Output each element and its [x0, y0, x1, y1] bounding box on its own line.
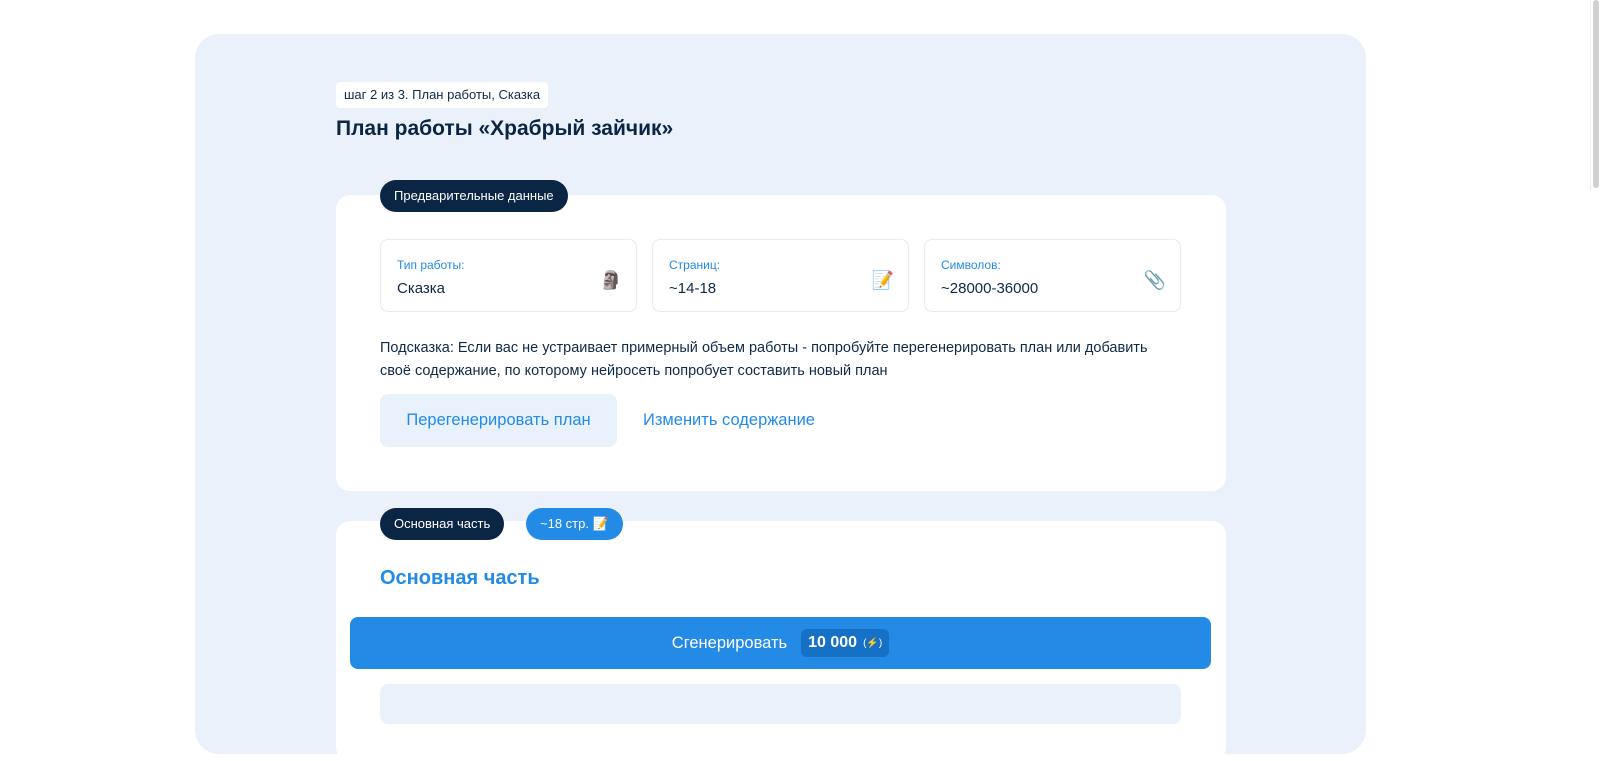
- paperclip-icon: 📎: [1143, 270, 1166, 290]
- field-label: Тип работы:: [397, 258, 465, 272]
- content-box: [380, 684, 1181, 724]
- field-pages: Страниц: ~14-18 📝: [652, 239, 909, 312]
- page-title: План работы «Храбрый зайчик»: [336, 117, 674, 140]
- preliminary-data-badge: Предварительные данные: [380, 180, 568, 212]
- generate-button[interactable]: Сгенерировать 10 000 (⚡): [350, 617, 1211, 669]
- field-value: ~28000-36000: [941, 280, 1039, 297]
- preliminary-data-card: Тип работы: Сказка 🗿 Страниц: ~14-18 📝 С…: [336, 195, 1226, 491]
- pages-badge: ~18 стр. 📝: [526, 508, 623, 540]
- hint-text: Подсказка: Если вас не устраивает пример…: [380, 340, 1148, 379]
- main-part-badge: Основная часть: [380, 508, 505, 540]
- edit-content-button[interactable]: Изменить содержание: [643, 394, 815, 447]
- field-value: Сказка: [397, 280, 446, 297]
- moai-icon: 🗿: [599, 270, 622, 290]
- scrollbar-thumb[interactable]: [1593, 0, 1599, 188]
- scrollbar[interactable]: [1590, 0, 1600, 190]
- section-heading: Основная часть: [380, 567, 540, 589]
- cost-value: 10 000: [808, 634, 858, 651]
- field-characters: Символов: ~28000-36000 📎: [924, 239, 1181, 312]
- field-label: Символов:: [941, 258, 1001, 272]
- regenerate-plan-button[interactable]: Перегенерировать план: [380, 394, 617, 447]
- field-label: Страниц:: [669, 258, 721, 272]
- field-work-type: Тип работы: Сказка 🗿: [380, 239, 637, 312]
- cost-badge: 10 000 (⚡): [801, 629, 890, 657]
- memo-icon: 📝: [871, 270, 894, 290]
- step-indicator: шаг 2 из 3. План работы, Сказка: [336, 82, 549, 108]
- field-value: ~14-18: [669, 280, 717, 297]
- generate-label: Сгенерировать: [671, 633, 788, 652]
- energy-icon: (⚡): [863, 637, 883, 649]
